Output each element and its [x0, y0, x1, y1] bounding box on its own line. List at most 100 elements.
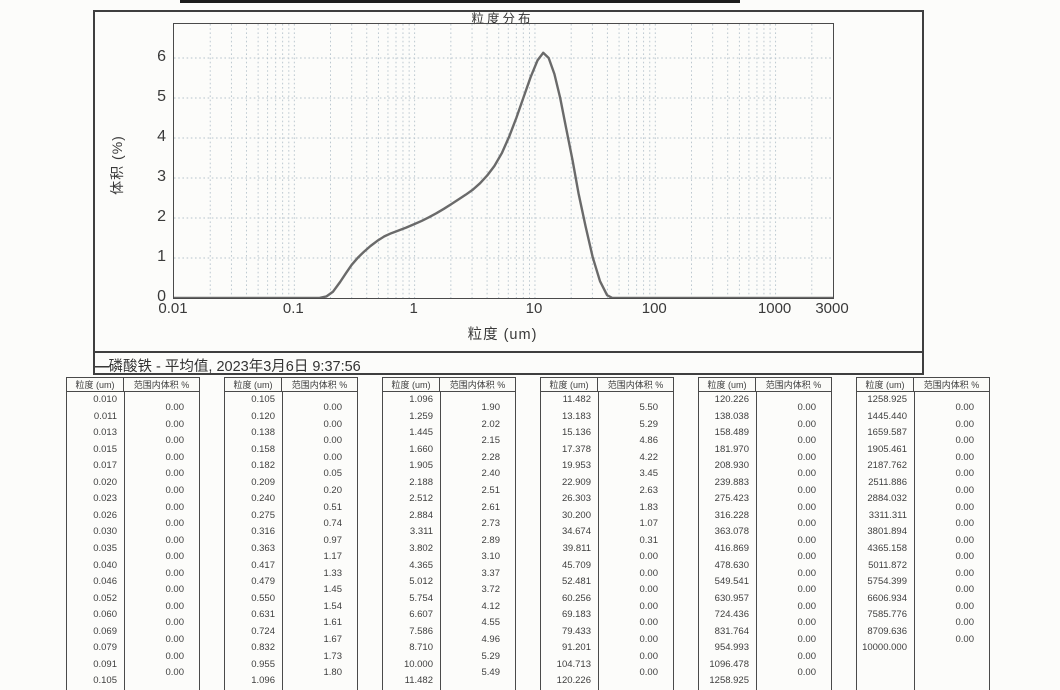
- size-value: 6606.934: [857, 594, 907, 604]
- data-table: 粒度 (um)范围内体积 %0.0100.0110.0130.0150.0170…: [66, 377, 200, 690]
- volume-value: 0.00: [599, 618, 658, 628]
- size-value: 5.754: [383, 594, 433, 604]
- volume-value: 5.50: [599, 403, 658, 413]
- size-value: 0.015: [67, 445, 117, 455]
- volume-value: 0.00: [125, 652, 184, 662]
- volume-value: 0.51: [283, 503, 342, 513]
- table-body: 1258.9251445.4401659.5871905.4612187.762…: [856, 391, 990, 690]
- volume-value: 0.00: [757, 536, 816, 546]
- size-value: 5.012: [383, 577, 433, 587]
- volume-value: 4.12: [441, 602, 500, 612]
- volume-value: 4.96: [441, 635, 500, 645]
- volume-column-header: 范围内体积 %: [756, 377, 832, 392]
- size-value: 0.069: [67, 627, 117, 637]
- volume-value: 0.00: [125, 453, 184, 463]
- size-value: 0.724: [225, 627, 275, 637]
- y-axis-title: 体积 (%): [107, 100, 127, 230]
- volume-column-header: 范围内体积 %: [440, 377, 516, 392]
- distribution-plot: [173, 23, 834, 299]
- volume-value: 3.72: [441, 585, 500, 595]
- table-body: 0.1050.1200.1380.1580.1820.2090.2400.275…: [224, 391, 358, 690]
- table-body: 1.0961.2591.4451.6601.9052.1882.5122.884…: [382, 391, 516, 690]
- size-value: 0.631: [225, 610, 275, 620]
- volume-value: 0.00: [915, 469, 974, 479]
- volume-value: 1.83: [599, 503, 658, 513]
- volume-value: 0.00: [599, 635, 658, 645]
- volume-value: 0.00: [757, 436, 816, 446]
- volume-value: 0.00: [125, 552, 184, 562]
- size-value: 10.000: [383, 660, 433, 670]
- size-value: 52.481: [541, 577, 591, 587]
- size-value: 831.764: [699, 627, 749, 637]
- volume-value: 2.89: [441, 536, 500, 546]
- size-value: 4.365: [383, 561, 433, 571]
- volume-value: 0.00: [125, 436, 184, 446]
- size-value: 1905.461: [857, 445, 907, 455]
- volume-value: 0.00: [915, 486, 974, 496]
- volume-value: 0.20: [283, 486, 342, 496]
- size-value: 120.226: [699, 395, 749, 405]
- size-value: 6.607: [383, 610, 433, 620]
- size-value: 1258.925: [857, 395, 907, 405]
- size-value: 181.970: [699, 445, 749, 455]
- y-tick-label: 1: [128, 249, 166, 265]
- size-value: 3801.894: [857, 527, 907, 537]
- size-value: 30.200: [541, 511, 591, 521]
- size-value: 0.030: [67, 527, 117, 537]
- size-value: 0.417: [225, 561, 275, 571]
- size-value: 120.226: [541, 676, 591, 686]
- table-body: 120.226138.038158.489181.970208.930239.8…: [698, 391, 832, 690]
- size-value: 0.052: [67, 594, 117, 604]
- size-value: 4365.158: [857, 544, 907, 554]
- volume-value: 1.54: [283, 602, 342, 612]
- size-value: 26.303: [541, 494, 591, 504]
- size-value: 2.512: [383, 494, 433, 504]
- size-value: 2.884: [383, 511, 433, 521]
- size-value: 0.138: [225, 428, 275, 438]
- size-value: 0.120: [225, 412, 275, 422]
- volume-value: 0.00: [915, 403, 974, 413]
- data-table: 粒度 (um)范围内体积 %1258.9251445.4401659.58719…: [856, 377, 990, 690]
- volume-value: 0.00: [125, 635, 184, 645]
- data-table: 粒度 (um)范围内体积 %1.0961.2591.4451.6601.9052…: [382, 377, 516, 690]
- volume-value: 0.00: [283, 403, 342, 413]
- size-value: 45.709: [541, 561, 591, 571]
- size-value: 8709.636: [857, 627, 907, 637]
- size-value: 7.586: [383, 627, 433, 637]
- volume-value: 0.00: [757, 668, 816, 678]
- size-value: 2.188: [383, 478, 433, 488]
- volume-value: 0.00: [125, 668, 184, 678]
- legend-strip: —磷酸铁 - 平均值, 2023年3月6日 9:37:56: [93, 351, 922, 376]
- size-value: 0.479: [225, 577, 275, 587]
- size-value: 104.713: [541, 660, 591, 670]
- volume-value: 5.29: [599, 420, 658, 430]
- volume-value: 2.28: [441, 453, 500, 463]
- size-value: 19.953: [541, 461, 591, 471]
- data-table: 粒度 (um)范围内体积 %11.48213.18315.13617.37819…: [540, 377, 674, 690]
- size-value: 0.026: [67, 511, 117, 521]
- table-header-row: 粒度 (um)范围内体积 %: [540, 377, 674, 392]
- volume-value: 0.00: [125, 403, 184, 413]
- y-tick-label: 5: [128, 89, 166, 105]
- size-value: 1.660: [383, 445, 433, 455]
- size-value: 2187.762: [857, 461, 907, 471]
- size-value: 11.482: [383, 676, 433, 686]
- x-tick-label: 0.01: [138, 301, 208, 316]
- size-value: 239.883: [699, 478, 749, 488]
- volume-value: 0.00: [757, 602, 816, 612]
- volume-column-header: 范围内体积 %: [282, 377, 358, 392]
- volume-value: 0.05: [283, 469, 342, 479]
- size-value: 0.550: [225, 594, 275, 604]
- volume-value: 0.00: [915, 519, 974, 529]
- size-value: 3.802: [383, 544, 433, 554]
- size-value: 1096.478: [699, 660, 749, 670]
- size-value: 724.436: [699, 610, 749, 620]
- volume-value: 0.00: [915, 536, 974, 546]
- size-value: 34.674: [541, 527, 591, 537]
- y-tick-label: 2: [128, 209, 166, 225]
- volume-value: 0.00: [283, 436, 342, 446]
- plot-canvas: [174, 24, 833, 298]
- volume-value: 0.00: [915, 602, 974, 612]
- volume-value: 0.00: [599, 585, 658, 595]
- volume-value: 0.00: [125, 618, 184, 628]
